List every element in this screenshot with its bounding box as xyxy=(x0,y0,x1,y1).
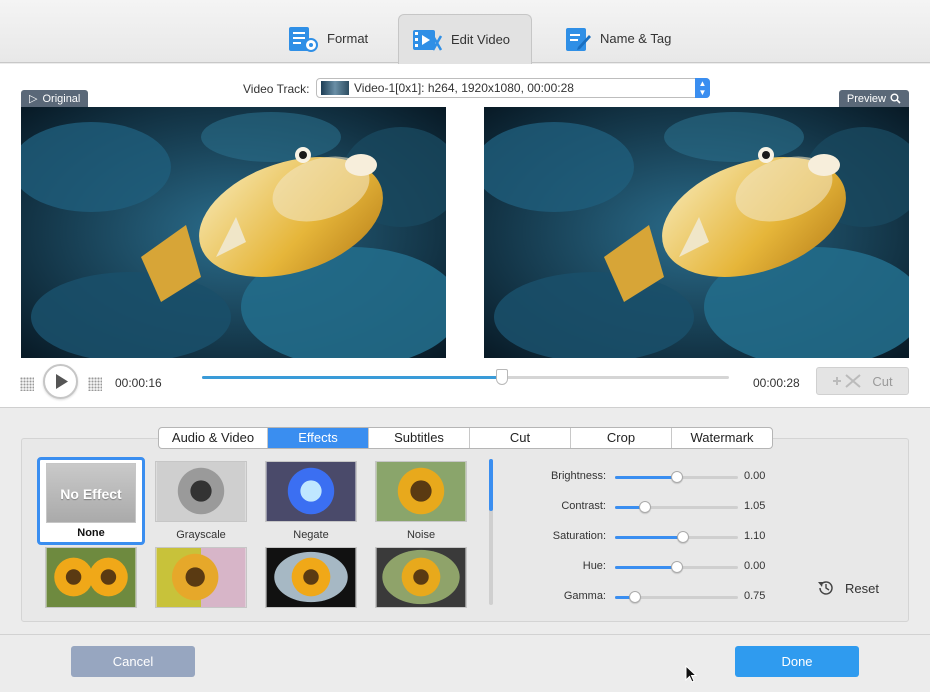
sunflower-vignette-thumbnail xyxy=(265,547,357,608)
effect-mirror[interactable] xyxy=(45,547,137,611)
adjust-value: 0.00 xyxy=(744,470,766,482)
effect-grayscale[interactable]: Grayscale xyxy=(155,461,247,541)
effects-scrollbar-thumb[interactable] xyxy=(489,459,493,511)
tab-watermark[interactable]: Watermark xyxy=(672,428,772,448)
chevron-updown-icon: ▲ ▼ xyxy=(695,78,710,98)
adjust-slider[interactable] xyxy=(615,591,738,603)
tab-format[interactable]: Format xyxy=(275,14,380,63)
effect-vignette[interactable] xyxy=(265,547,357,611)
sunflower-oldfilm-thumbnail xyxy=(375,547,467,608)
adjust-value: 1.10 xyxy=(744,530,766,542)
effect-thumbnail-none: No Effect xyxy=(46,463,136,523)
adjust-slider-knob[interactable] xyxy=(628,591,641,603)
adjust-slider-fill xyxy=(615,476,677,479)
adjust-label: Brightness: xyxy=(550,470,606,482)
tab-cut[interactable]: Cut xyxy=(470,428,571,448)
sunflower-gray-thumbnail xyxy=(155,461,247,522)
footer: Cancel Done xyxy=(0,634,930,692)
play-button[interactable] xyxy=(43,364,78,399)
mouse-cursor-icon xyxy=(685,665,697,683)
video-editor-area: Video Track: Video-1[0x1]: h264, 1920x10… xyxy=(0,64,930,407)
original-video xyxy=(21,107,446,358)
adjust-slider-fill xyxy=(615,536,683,539)
reset-label: Reset xyxy=(845,580,879,596)
history-reset-icon xyxy=(818,581,833,595)
adjust-slider-fill xyxy=(615,566,677,569)
adjust-slider[interactable] xyxy=(615,471,738,483)
tab-name-tag[interactable]: Name & Tag xyxy=(548,14,683,63)
sunflower-noise-thumbnail xyxy=(375,461,467,522)
done-button[interactable]: Done xyxy=(735,646,859,677)
adjust-label: Saturation: xyxy=(552,530,606,542)
effect-color-shift[interactable] xyxy=(155,547,247,611)
effect-negate[interactable]: Negate xyxy=(265,461,357,541)
effects-panel: No Effect None Grayscale Negate Noise Br… xyxy=(21,438,909,622)
prev-frame-handle[interactable] xyxy=(20,377,34,391)
edit-tabs: Audio & Video Effects Subtitles Cut Crop… xyxy=(158,427,773,449)
adjust-label: Hue: xyxy=(582,560,606,572)
adjust-slider-knob[interactable] xyxy=(670,471,683,483)
video-track-value: Video-1[0x1]: h264, 1920x1080, 00:00:28 xyxy=(354,81,574,95)
film-edit-icon xyxy=(413,29,443,51)
effect-label: None xyxy=(77,527,105,539)
timeline-handle[interactable] xyxy=(496,369,509,385)
tab-crop[interactable]: Crop xyxy=(571,428,672,448)
tab-effects[interactable]: Effects xyxy=(268,428,369,448)
tab-subtitles[interactable]: Subtitles xyxy=(369,428,470,448)
edit-panel-area: No Effect None Grayscale Negate Noise Br… xyxy=(0,407,930,634)
cancel-button[interactable]: Cancel xyxy=(71,646,195,677)
original-label-text: Original xyxy=(42,92,81,105)
effect-label: Grayscale xyxy=(176,529,226,541)
cut-button[interactable]: Cut xyxy=(816,367,909,395)
adjust-slider-knob[interactable] xyxy=(638,501,651,513)
format-settings-icon xyxy=(289,26,318,52)
tag-edit-icon xyxy=(566,27,591,51)
video-track-select[interactable]: Video-1[0x1]: h264, 1920x1080, 00:00:28 … xyxy=(316,78,710,98)
preview-label-text: Preview xyxy=(846,92,886,105)
tab-edit-video-label: Edit Video xyxy=(451,32,511,47)
top-toolbar: Format Edit Video Name & Tag xyxy=(0,0,930,64)
current-time: 00:00:16 xyxy=(115,376,162,390)
adjust-slider-knob[interactable] xyxy=(670,561,683,573)
next-frame-handle[interactable] xyxy=(88,377,102,391)
adjust-slider[interactable] xyxy=(615,501,738,513)
pufferfish-frame xyxy=(21,107,446,358)
effect-old-film[interactable] xyxy=(375,547,467,611)
sunflower-negate-thumbnail xyxy=(265,461,357,522)
timeline-progress xyxy=(202,376,503,379)
adjust-label: Gamma: xyxy=(563,590,606,602)
adjust-value: 1.05 xyxy=(744,500,766,512)
adjust-slider[interactable] xyxy=(615,531,738,543)
reset-button[interactable]: Reset xyxy=(817,579,879,597)
adjust-slider[interactable] xyxy=(615,561,738,573)
adjust-slider-knob[interactable] xyxy=(676,531,689,543)
effect-label: Noise xyxy=(406,529,436,541)
pufferfish-frame-preview xyxy=(484,107,909,358)
effect-label: Negate xyxy=(293,529,329,541)
play-icon xyxy=(56,374,68,389)
original-label: ▷ Original xyxy=(21,90,89,107)
effect-noise[interactable]: Noise xyxy=(375,461,467,541)
tab-name-tag-label: Name & Tag xyxy=(600,31,672,46)
video-track-thumbnail xyxy=(321,81,349,95)
adjust-label: Contrast: xyxy=(561,500,606,512)
preview-video xyxy=(484,107,909,358)
add-scissors-icon xyxy=(833,374,862,388)
total-time: 00:00:28 xyxy=(753,376,800,390)
play-triangle-icon: ▷ xyxy=(29,93,38,105)
sunflower-colorshift-thumbnail xyxy=(155,547,247,608)
effects-scrollbar[interactable] xyxy=(489,459,493,605)
tab-edit-video[interactable]: Edit Video xyxy=(398,14,532,64)
cut-button-label: Cut xyxy=(872,373,893,389)
timeline-slider[interactable] xyxy=(202,369,729,385)
preview-label[interactable]: Preview xyxy=(838,90,909,107)
sunflower-mirror-thumbnail xyxy=(45,547,137,608)
tab-audio-video[interactable]: Audio & Video xyxy=(159,428,268,448)
magnifier-icon xyxy=(890,93,901,104)
effect-none[interactable]: No Effect None xyxy=(37,457,145,545)
video-track-label: Video Track: xyxy=(243,82,310,96)
adjust-value: 0.00 xyxy=(744,560,766,572)
adjust-value: 0.75 xyxy=(744,590,766,602)
tab-format-label: Format xyxy=(327,31,369,46)
